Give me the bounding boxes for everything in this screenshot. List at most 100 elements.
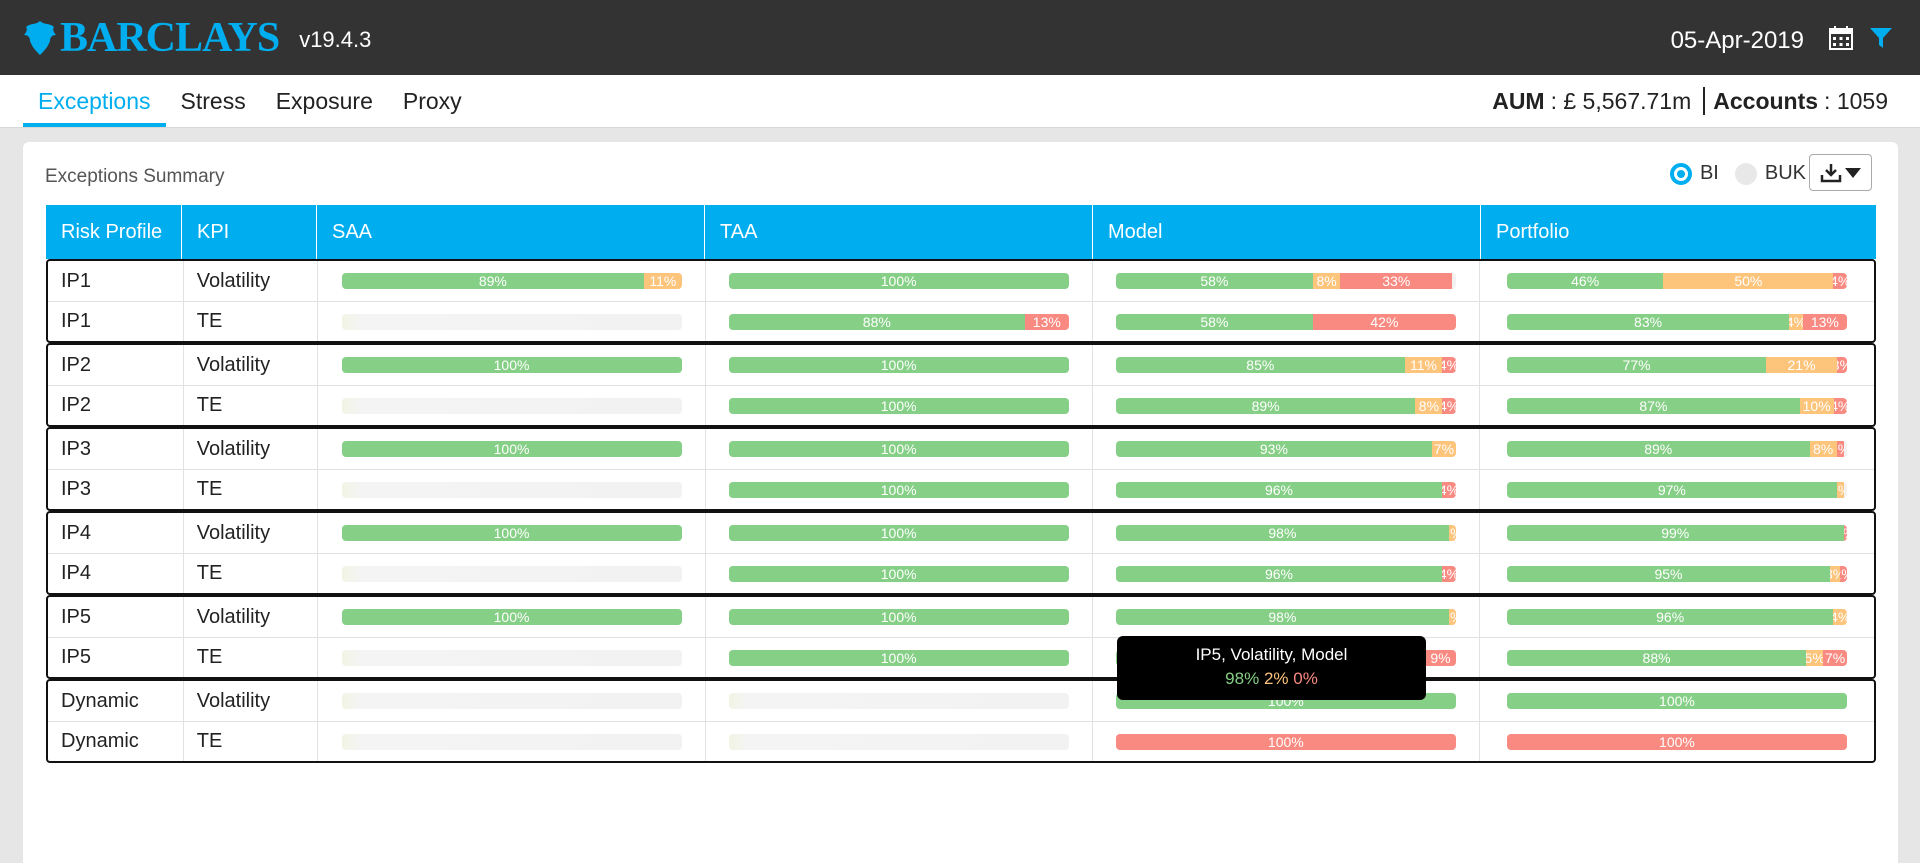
- download-icon: [1820, 163, 1842, 182]
- portfolio-cell: 97%2%: [1480, 470, 1874, 509]
- portfolio-cell: 96%4%: [1480, 597, 1874, 637]
- col-saa[interactable]: SAA: [317, 205, 705, 259]
- nav-bar: Exceptions Stress Exposure Proxy AUM : £…: [0, 75, 1920, 128]
- saa-exception-bar[interactable]: [341, 565, 682, 582]
- model-exception-bar[interactable]: 98%2%: [1115, 525, 1456, 541]
- table-row: IP3Volatility 100% 100% 93%7% 89%8%2%: [48, 429, 1874, 469]
- portfolio-exception-bar[interactable]: 89%8%2%: [1506, 441, 1847, 457]
- model-exception-bar[interactable]: 58% 42%: [1115, 313, 1456, 330]
- within-limit-segment: 100%: [341, 525, 682, 541]
- col-model[interactable]: Model: [1093, 205, 1481, 259]
- model-exception-bar[interactable]: 89%8%4%: [1115, 397, 1456, 414]
- col-kpi[interactable]: KPI: [182, 205, 317, 259]
- portfolio-exception-bar[interactable]: 100%: [1506, 733, 1847, 750]
- portfolio-exception-bar[interactable]: 46%50%4%: [1506, 273, 1847, 289]
- breach-segment: 4%: [1442, 481, 1456, 498]
- within-limit-segment: 100%: [728, 357, 1069, 373]
- saa-exception-bar[interactable]: 89% 11%: [341, 273, 682, 289]
- taa-exception-bar[interactable]: 100%: [728, 649, 1069, 666]
- radio-buk[interactable]: [1734, 162, 1757, 185]
- download-button[interactable]: [1809, 154, 1872, 191]
- saa-exception-bar[interactable]: [341, 481, 682, 498]
- portfolio-exception-bar[interactable]: 99%1%: [1506, 525, 1847, 541]
- taa-cell: 100%: [706, 597, 1093, 637]
- model-exception-bar[interactable]: 58% 8% 33%: [1115, 273, 1456, 289]
- kpi-cell: Volatility: [184, 513, 319, 553]
- taa-exception-bar[interactable]: 100%: [728, 525, 1069, 541]
- col-portfolio[interactable]: Portfolio: [1481, 205, 1876, 259]
- saa-exception-bar[interactable]: [341, 649, 682, 666]
- breach-segment: 4%: [1442, 397, 1456, 414]
- filter-icon[interactable]: [1864, 21, 1898, 55]
- model-exception-bar[interactable]: 93% 7%: [1115, 441, 1456, 457]
- portfolio-exception-bar[interactable]: 96%4%: [1506, 609, 1847, 625]
- tooltip-green-value: 98%: [1225, 669, 1260, 688]
- portfolio-exception-bar[interactable]: 77%21%3%: [1506, 357, 1847, 373]
- model-exception-bar[interactable]: 100%: [1115, 733, 1456, 750]
- portfolio-exception-bar[interactable]: 88%5%7%: [1506, 649, 1847, 666]
- col-taa[interactable]: TAA: [705, 205, 1093, 259]
- barclays-logo[interactable]: BARCLAYS: [22, 14, 280, 62]
- taa-exception-bar[interactable]: 100%: [728, 565, 1069, 582]
- kpi-cell: Volatility: [184, 429, 319, 469]
- saa-cell: [318, 554, 706, 593]
- tab-proxy[interactable]: Proxy: [388, 75, 477, 127]
- taa-exception-bar[interactable]: [728, 733, 1069, 750]
- table-body: IP1Volatility89%11%100%58%8%33%46%50%4%I…: [46, 259, 1876, 763]
- model-exception-bar[interactable]: 96%4%: [1115, 565, 1456, 582]
- within-limit-segment: 89%: [1506, 441, 1810, 457]
- model-exception-bar[interactable]: 96%4%: [1115, 481, 1456, 498]
- tooltip-values: 98% 2% 0%: [1117, 669, 1426, 689]
- profile-group: Dynamic Volatility 100% 100% Dynamic TE 100% 10…: [46, 679, 1876, 763]
- within-limit-segment: 46%: [1506, 273, 1664, 289]
- saa-exception-bar[interactable]: 100%: [341, 357, 682, 373]
- bar-tooltip: IP5, Volatility, Model 98% 2% 0%: [1117, 636, 1426, 700]
- saa-exception-bar[interactable]: [341, 693, 682, 709]
- portfolio-cell: 95%3%2%: [1480, 554, 1874, 593]
- calendar-icon[interactable]: [1824, 21, 1858, 55]
- model-exception-bar[interactable]: 98%2%: [1115, 609, 1456, 625]
- tab-exceptions[interactable]: Exceptions: [23, 75, 166, 127]
- saa-exception-bar[interactable]: 100%: [341, 525, 682, 541]
- taa-exception-bar[interactable]: 100%: [728, 397, 1069, 414]
- breach-segment: 42%: [1313, 313, 1456, 330]
- tooltip-orange-value: 2%: [1263, 669, 1289, 688]
- saa-exception-bar[interactable]: [341, 733, 682, 750]
- accounts-value: : 1059: [1824, 87, 1888, 114]
- radio-bi[interactable]: [1669, 162, 1692, 185]
- saa-exception-bar[interactable]: 100%: [341, 609, 682, 625]
- taa-exception-bar[interactable]: 100%: [728, 481, 1069, 498]
- saa-cell: [318, 470, 706, 509]
- taa-exception-bar[interactable]: 100%: [728, 609, 1069, 625]
- within-limit-segment: 98%: [1115, 609, 1449, 625]
- tab-stress[interactable]: Stress: [166, 75, 261, 127]
- breach-segment: 2%: [1836, 441, 1844, 457]
- taa-exception-bar[interactable]: [728, 693, 1069, 709]
- portfolio-exception-bar[interactable]: 87%10%4%: [1506, 397, 1847, 414]
- model-exception-bar[interactable]: 85%11%4%: [1115, 357, 1456, 373]
- model-cell: 96%4%: [1093, 470, 1480, 509]
- taa-exception-bar[interactable]: 100%: [728, 357, 1069, 373]
- warning-segment: 5%: [1806, 649, 1824, 666]
- portfolio-exception-bar[interactable]: 97%2%: [1506, 481, 1847, 498]
- warning-segment: 2%: [1836, 481, 1844, 498]
- saa-exception-bar[interactable]: [341, 397, 682, 414]
- col-risk-profile[interactable]: Risk Profile: [46, 205, 182, 259]
- taa-exception-bar[interactable]: 100%: [728, 273, 1069, 289]
- table-row: IP4TE 100% 96%4% 95%3%2%: [48, 553, 1874, 593]
- portfolio-exception-bar[interactable]: 83%4%13%: [1506, 313, 1847, 330]
- saa-exception-bar[interactable]: 100%: [341, 441, 682, 457]
- kpi-cell: TE: [184, 722, 319, 761]
- within-limit-segment: 95%: [1506, 565, 1830, 582]
- saa-exception-bar[interactable]: [341, 313, 682, 330]
- portfolio-exception-bar[interactable]: 95%3%2%: [1506, 565, 1847, 582]
- taa-exception-bar[interactable]: 88% 13%: [728, 313, 1069, 330]
- within-limit-segment: 97%: [1506, 481, 1837, 498]
- accounts-label: Accounts: [1713, 87, 1819, 114]
- portfolio-exception-bar[interactable]: 100%: [1506, 693, 1847, 709]
- taa-exception-bar[interactable]: 100%: [728, 441, 1069, 457]
- tab-exposure[interactable]: Exposure: [261, 75, 388, 127]
- table-header: Risk Profile KPI SAA TAA Model Portfolio: [46, 205, 1876, 259]
- risk-profile-cell: IP4: [48, 554, 184, 593]
- warning-segment: 11%: [1404, 357, 1443, 373]
